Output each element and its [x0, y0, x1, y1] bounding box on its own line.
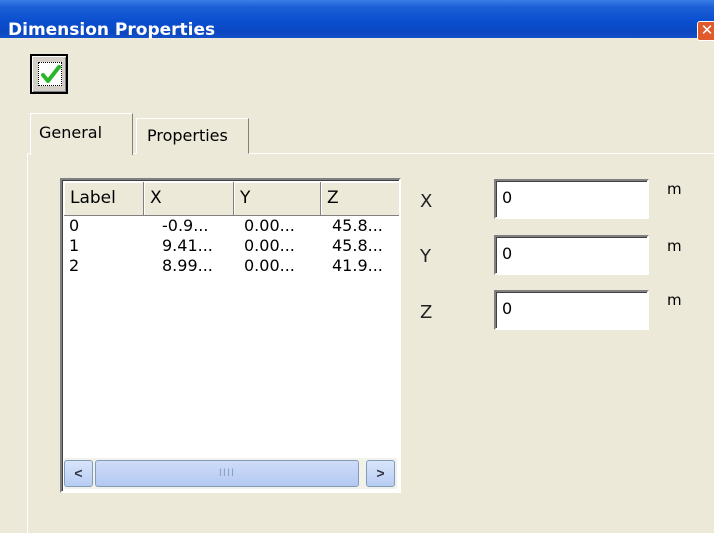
close-button[interactable]: ✕ — [697, 21, 714, 41]
tab-properties[interactable]: Properties — [136, 118, 249, 154]
y-field-value: 0 — [502, 244, 513, 263]
column-header-y-text: Y — [240, 188, 251, 208]
chevron-left-icon: < — [74, 465, 83, 481]
cell-x: -0.9... — [162, 216, 209, 235]
tab-general[interactable]: General — [30, 113, 133, 155]
scroll-right-button[interactable]: > — [366, 460, 395, 487]
column-header-label-text: Label — [70, 188, 116, 208]
y-unit: m — [667, 237, 682, 255]
column-header-y[interactable]: Y — [234, 182, 321, 216]
cell-z: 41.9... — [332, 256, 383, 275]
x-field[interactable]: 0 — [494, 179, 649, 219]
cell-label: 0 — [69, 216, 80, 235]
column-header-label[interactable]: Label — [64, 182, 144, 216]
z-field-value: 0 — [502, 299, 513, 318]
cell-y: 0.00... — [244, 236, 295, 255]
z-unit: m — [667, 291, 682, 309]
close-icon: ✕ — [700, 22, 714, 39]
apply-button[interactable] — [30, 54, 68, 94]
column-header-z-text: Z — [327, 188, 339, 208]
y-field[interactable]: 0 — [494, 235, 649, 275]
tab-properties-label: Properties — [147, 126, 228, 145]
x-unit: m — [667, 180, 682, 198]
cell-x: 8.99... — [162, 256, 213, 275]
horizontal-scrollbar[interactable]: < IIII > — [64, 458, 397, 489]
table-row[interactable]: 0 -0.9... 0.00... 45.8... — [64, 216, 399, 236]
table-row[interactable]: 2 8.99... 0.00... 41.9... — [64, 256, 399, 276]
cell-z: 45.8... — [332, 236, 383, 255]
point-list[interactable]: Label X Y Z 0 -0.9... 0.00... 45.8... 1 … — [60, 178, 401, 493]
x-field-value: 0 — [502, 188, 513, 207]
table-row[interactable]: 1 9.41... 0.00... 45.8... — [64, 236, 399, 256]
scroll-left-button[interactable]: < — [64, 460, 93, 487]
scrollbar-thumb[interactable]: IIII — [95, 460, 359, 487]
column-header-z[interactable]: Z — [321, 182, 399, 216]
cell-label: 1 — [69, 236, 80, 255]
cell-label: 2 — [69, 256, 80, 275]
checkbox-frame — [38, 62, 62, 86]
title-bar[interactable]: Dimension Properties ✕ — [0, 0, 714, 41]
cell-x: 9.41... — [162, 236, 213, 255]
grip-icon: IIII — [218, 467, 236, 479]
z-label: Z — [420, 302, 433, 323]
cell-y: 0.00... — [244, 216, 295, 235]
y-label: Y — [420, 246, 431, 267]
list-header: Label X Y Z — [64, 182, 399, 216]
tab-general-label: General — [39, 123, 103, 142]
z-field[interactable]: 0 — [494, 290, 649, 330]
chevron-right-icon: > — [376, 465, 385, 481]
cell-y: 0.00... — [244, 256, 295, 275]
x-label: X — [420, 191, 433, 212]
window-title: Dimension Properties — [8, 20, 216, 40]
checkmark-icon — [41, 65, 61, 83]
cell-z: 45.8... — [332, 216, 383, 235]
column-header-x[interactable]: X — [144, 182, 234, 216]
column-header-x-text: X — [150, 188, 162, 208]
